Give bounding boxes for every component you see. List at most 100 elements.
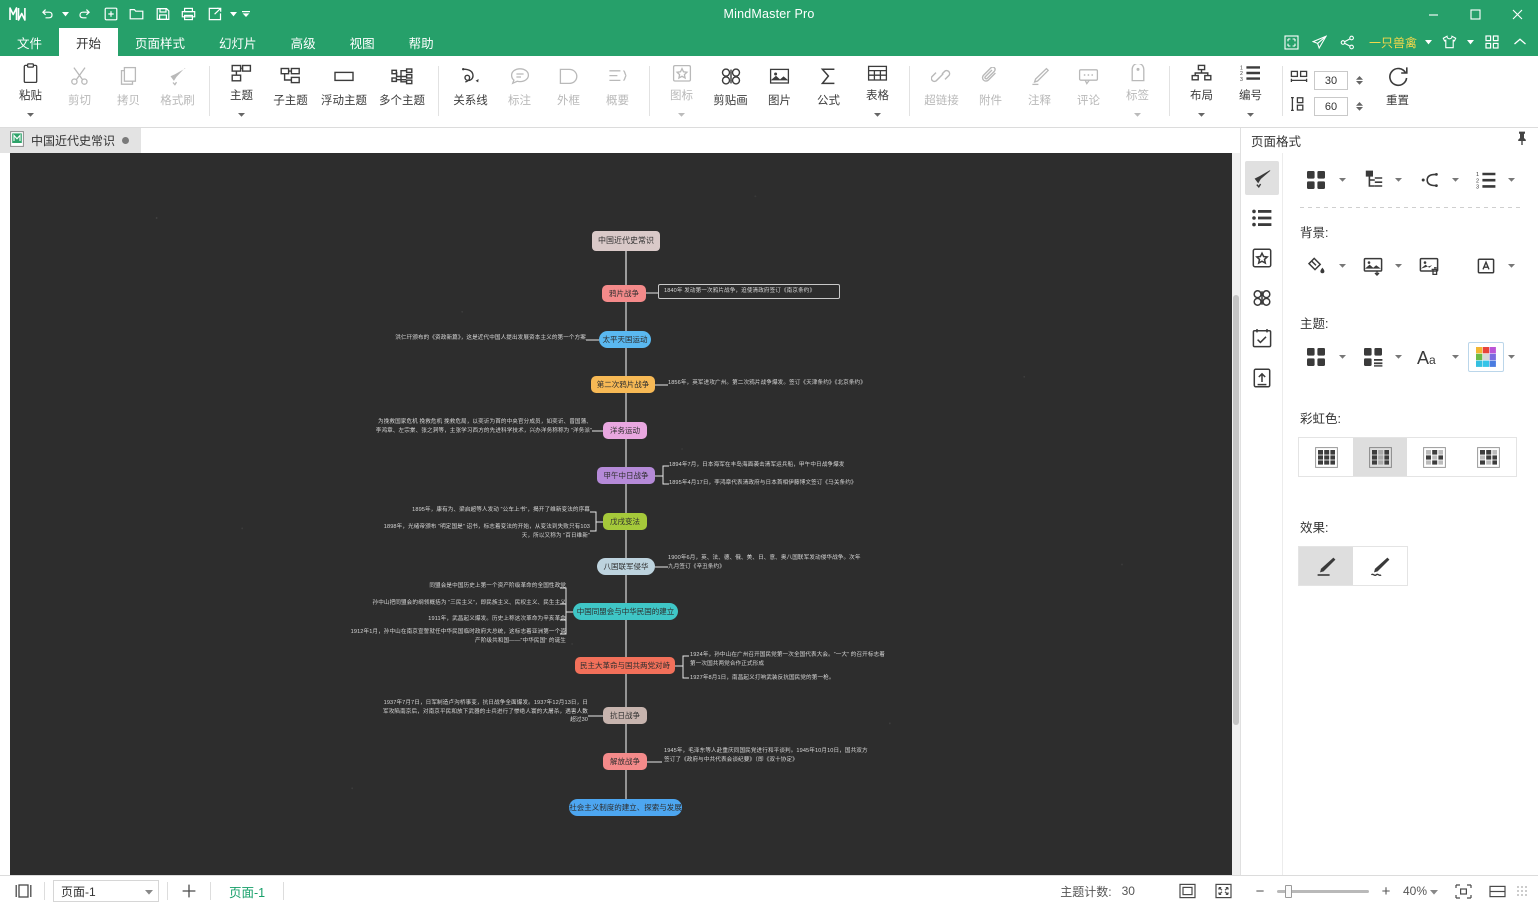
mindmap-leaf-westernization-1[interactable]: 为挽救国家危机 挽救危机 挽救危局，以奕䜣为首的中央官分成员，如奕䜣、曾国藩、李…	[374, 418, 592, 435]
new-icon[interactable]	[98, 2, 123, 26]
close-button[interactable]	[1496, 0, 1538, 28]
page-select[interactable]: 页面-1	[53, 880, 159, 902]
menu-slideshow[interactable]: 幻灯片	[202, 28, 274, 56]
fill-color-control[interactable]	[1298, 251, 1355, 281]
mindmap-leaf-tongmenghui-4[interactable]: 1912年1月，孙中山在南京宣誓就任中华民国临时政府大总统，这标志着亚洲第一个资…	[350, 628, 566, 645]
rainbow-option-4[interactable]	[1461, 438, 1515, 476]
zoom-slider-thumb[interactable]	[1284, 884, 1292, 898]
background-image-caret-icon[interactable]	[1394, 264, 1404, 268]
page-select-caret-icon[interactable]	[145, 884, 153, 898]
topic-button[interactable]: 主题	[217, 56, 266, 122]
mindmap-leaf-taiping-1[interactable]: 洪仁玕颁布的《资政新篇》，这是近代中国人提出发展资本主义的第一个方案	[368, 334, 586, 343]
subtopic-button[interactable]: 子主题	[266, 56, 315, 122]
multi-topic-button[interactable]: 多个主题	[373, 56, 431, 122]
effect-straight-pencil[interactable]	[1299, 547, 1353, 585]
mindmap-node-hundred-days-reform[interactable]: 戊戌变法	[603, 513, 647, 530]
theme-variant-icon[interactable]	[1355, 342, 1391, 372]
page-layout-caret-icon[interactable]	[1337, 178, 1347, 182]
canvas-vertical-scrollbar[interactable]	[1232, 153, 1240, 875]
theme-color-control[interactable]	[1467, 342, 1525, 372]
mindmap-node-opium-war[interactable]: 鸦片战争	[602, 285, 646, 302]
theme-color-caret-icon[interactable]	[1507, 355, 1517, 359]
redo-icon[interactable]	[72, 2, 97, 26]
document-tab[interactable]: 中国近代史常识	[0, 128, 142, 153]
format-painter-button[interactable]: 格式刷	[153, 56, 202, 122]
theme-color-icon[interactable]	[1467, 342, 1504, 372]
cut-button[interactable]: 剪切	[55, 56, 104, 122]
page-layout-control[interactable]	[1298, 165, 1355, 195]
center-view-icon[interactable]	[1450, 879, 1476, 903]
image-button[interactable]: 图片	[755, 56, 804, 122]
menu-view[interactable]: 视图	[333, 28, 392, 56]
mindmap-leaf-liberation-war-1[interactable]: 1945年，毛泽东等人赴重庆同国民党进行和平谈判。1945年10月10日，国共双…	[664, 747, 872, 764]
rainbow-option-2[interactable]	[1353, 438, 1407, 476]
rainbow-option-1[interactable]	[1299, 438, 1353, 476]
theme-menu-caret-icon[interactable]	[1465, 39, 1476, 45]
watermark-icon[interactable]	[1468, 251, 1504, 281]
chevron-up-icon[interactable]	[1507, 29, 1532, 55]
menu-file[interactable]: 文件	[0, 28, 59, 56]
theme-variant-control[interactable]	[1355, 342, 1412, 372]
customize-toolbar-caret-icon[interactable]	[240, 2, 251, 26]
apps-grid-icon[interactable]	[1479, 29, 1504, 55]
structure-icon[interactable]	[1355, 165, 1391, 195]
table-dropdown-caret-icon[interactable]	[874, 104, 881, 122]
pin-icon[interactable]	[1516, 131, 1528, 150]
mindmap-node-tongmenghui-roc[interactable]: 中国同盟会与中华民国的建立	[573, 603, 678, 620]
zoom-in-button[interactable]: +	[1375, 880, 1397, 902]
mindmap-node-socialism[interactable]: 社会主义制度的建立、探索与发展	[569, 799, 682, 816]
menu-advanced[interactable]: 高级	[274, 28, 333, 56]
mindmap-node-sino-japanese-war[interactable]: 甲午中日战争	[597, 467, 655, 484]
mindmap-node-great-revolution[interactable]: 民主大革命与国共两党对峙	[575, 657, 675, 674]
background-image-icon[interactable]	[1355, 251, 1391, 281]
reset-button[interactable]: 重置	[1373, 56, 1422, 122]
print-icon[interactable]	[176, 2, 201, 26]
theme-variant-caret-icon[interactable]	[1394, 355, 1404, 359]
mindmap-leaf-tongmenghui-2[interactable]: 孙中山把同盟会的纲领概括为 “三民主义”，即民族主义、民权主义、民生主义	[348, 599, 566, 608]
summary-button[interactable]: 概要	[593, 56, 642, 122]
mindmap-leaf-great-revolution-1[interactable]: 1924年，孙中山在广州召开国民党第一次全国代表大会。“一大” 的召开标志着第一…	[690, 651, 886, 668]
vertical-spacing-stepper[interactable]	[1354, 102, 1365, 111]
horizontal-spacing-stepper[interactable]	[1354, 76, 1365, 85]
note-button[interactable]: 注释	[1015, 56, 1064, 122]
mindmap-node-taiping[interactable]: 太平天国运动	[599, 331, 651, 348]
fill-color-caret-icon[interactable]	[1337, 264, 1347, 268]
mindmap-node-liberation-war[interactable]: 解放战争	[603, 753, 647, 770]
mindmap-leaf-sino-japanese-war-1[interactable]: 1894年7月，日本海军在丰岛海面袭击清军运兵船，甲午中日战争爆发	[669, 461, 865, 470]
fit-page-icon[interactable]	[1175, 879, 1201, 903]
rail-style-brush-icon[interactable]	[1244, 161, 1279, 195]
mindmap-leaf-hundred-days-reform-2[interactable]: 1898年，光绪帝颁布 “明定国是” 诏书，标志着变法的开始，从变法到失败只有1…	[374, 523, 590, 540]
open-icon[interactable]	[124, 2, 149, 26]
undo-icon[interactable]	[34, 2, 59, 26]
zoom-out-button[interactable]: −	[1249, 880, 1271, 902]
rail-clipart-clover-icon[interactable]	[1245, 281, 1279, 315]
hyperlink-button[interactable]: 超链接	[917, 56, 966, 122]
rainbow-option-3[interactable]	[1407, 438, 1461, 476]
zoom-caret-icon[interactable]	[1430, 882, 1438, 900]
mindmap-leaf-second-opium-war-1[interactable]: 1856年，英军进攻广州。第二次鸦片战争爆发。签订《天津条约》《北京条约》	[668, 379, 878, 388]
fullscreen-icon[interactable]	[1211, 879, 1237, 903]
fit-width-icon[interactable]	[1484, 879, 1510, 903]
structure-control[interactable]	[1355, 165, 1412, 195]
rail-marker-star-icon[interactable]	[1245, 241, 1279, 275]
numbering-list-icon[interactable]: 123	[1468, 165, 1504, 195]
fullscreen-icon[interactable]	[1279, 29, 1304, 55]
marker-dropdown-caret-icon[interactable]	[678, 104, 685, 122]
user-name-label[interactable]: 一只兽禽	[1363, 34, 1420, 51]
theme-gallery-icon[interactable]	[1298, 342, 1334, 372]
page-view-icon[interactable]	[10, 879, 36, 903]
save-icon[interactable]	[150, 2, 175, 26]
paste-dropdown-caret-icon[interactable]	[27, 104, 34, 122]
connector-style-control[interactable]	[1411, 165, 1468, 195]
numbering-list-control[interactable]: 123	[1468, 165, 1525, 195]
menu-home[interactable]: 开始	[59, 28, 119, 56]
export-icon[interactable]	[202, 2, 227, 26]
relationship-line-button[interactable]: 关系线	[446, 56, 495, 122]
clipart-button[interactable]: 剪贴画	[706, 56, 755, 122]
layout-button[interactable]: 布局	[1177, 56, 1226, 122]
formula-button[interactable]: 公式	[804, 56, 853, 122]
tag-button[interactable]: 标签	[1113, 56, 1162, 122]
scrollbar-thumb[interactable]	[1233, 295, 1239, 725]
table-button[interactable]: 表格	[853, 56, 902, 122]
page-layout-icon[interactable]	[1298, 165, 1334, 195]
